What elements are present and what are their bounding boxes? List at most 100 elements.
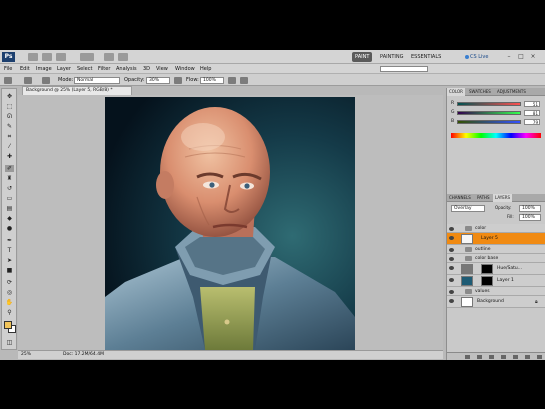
workspace-essentials[interactable]: ESSENTIALS [408,52,444,62]
visibility-eye-icon[interactable] [449,290,454,294]
hand-tool-icon[interactable]: ✋ [5,299,14,306]
blue-track[interactable] [457,120,521,124]
minibridge-icon[interactable] [42,53,52,61]
menu-window[interactable]: Window [175,64,195,74]
3d-rotate-tool-icon[interactable]: ⟳ [5,279,14,286]
visibility-eye-icon[interactable] [449,236,454,240]
bridge-icon[interactable] [28,53,38,61]
foreground-color-swatch[interactable] [4,321,12,329]
menu-help[interactable]: Help [200,64,211,74]
layer-fill-field[interactable]: 100% [519,214,541,221]
tab-adjustments[interactable]: ADJUSTMENTS [495,88,528,96]
menu-select[interactable]: Select [77,64,92,74]
zoom-readout[interactable]: 25% [21,351,31,359]
tab-swatches[interactable]: SWATCHES [467,88,493,96]
brush-panel-icon[interactable] [42,77,50,84]
blur-tool-icon[interactable]: ◆ [5,215,14,222]
visibility-eye-icon[interactable] [449,299,454,303]
menu-file[interactable]: File [4,64,12,74]
screen-mode-icon[interactable] [118,53,128,61]
opacity-field[interactable]: 30% [146,77,170,84]
green-value[interactable]: 81 [524,110,540,116]
lasso-tool-icon[interactable]: ᘏ [5,113,14,120]
layer-row-hue-saturation[interactable]: Hue/Satu... [447,263,545,275]
help-search-input[interactable] [380,66,428,72]
layer-row-layer-5[interactable]: Layer 5 [447,233,545,245]
green-slider[interactable]: G 81 [451,110,541,116]
tab-layers[interactable]: LAYERS [493,194,513,202]
layer-row-background[interactable]: Background 🔒︎ [447,296,545,308]
tab-channels[interactable]: CHANNELS [447,194,473,202]
cs-live-button[interactable]: CS Live [470,52,488,62]
extras-icon[interactable] [56,53,66,61]
brush-tool-preset-icon[interactable] [4,77,12,84]
move-tool-icon[interactable]: ✥ [5,93,14,100]
layer-group-values[interactable]: values [447,287,545,296]
red-value[interactable]: 51 [524,101,540,107]
visibility-eye-icon[interactable] [449,257,454,261]
link-layers-icon[interactable] [465,355,470,359]
flow-field[interactable]: 100% [200,77,224,84]
document-size-readout[interactable]: Doc: 17.2M/64.4M [63,351,104,359]
visibility-eye-icon[interactable] [449,278,454,282]
airbrush-icon[interactable] [228,77,236,84]
layer-group-color[interactable]: color [447,224,545,233]
red-slider[interactable]: R 51 [451,101,541,107]
new-group-icon[interactable] [513,355,518,359]
brush-size-icon[interactable] [24,77,32,84]
canvas-area[interactable] [18,95,443,350]
red-track[interactable] [457,102,521,106]
workspace-painting[interactable]: PAINTING [377,52,406,62]
layer-group-outline[interactable]: outline [447,245,545,254]
pen-tool-icon[interactable]: ✒ [5,237,14,244]
zoom-level-icon[interactable] [80,53,94,61]
layer-opacity-field[interactable]: 100% [519,205,541,212]
history-brush-tool-icon[interactable]: ↺ [5,185,14,192]
marquee-tool-icon[interactable]: ⬚ [5,103,14,110]
menu-filter[interactable]: Filter [98,64,110,74]
layer-style-icon[interactable] [477,355,482,359]
quick-mask-icon[interactable]: ◫ [5,339,14,346]
clone-stamp-tool-icon[interactable]: ♜ [5,175,14,182]
minimize-icon[interactable]: – [505,53,513,60]
pressure-opacity-icon[interactable] [174,77,182,84]
menu-layer[interactable]: Layer [57,64,71,74]
pressure-size-icon[interactable] [240,77,248,84]
new-adjustment-icon[interactable] [501,355,506,359]
tab-paths[interactable]: PATHS [475,194,492,202]
layer-row-layer-1[interactable]: Layer 1 [447,275,545,287]
visibility-eye-icon[interactable] [449,227,454,231]
menu-3d[interactable]: 3D [143,64,150,74]
healing-brush-tool-icon[interactable]: ✚ [5,153,14,160]
quick-select-tool-icon[interactable]: ✎ [5,123,14,130]
new-layer-icon[interactable] [525,355,530,359]
crop-tool-icon[interactable]: ⌗ [5,133,14,140]
eraser-tool-icon[interactable]: ▭ [5,195,14,202]
tab-color[interactable]: COLOR [447,88,465,96]
arrange-documents-icon[interactable] [104,53,114,61]
type-tool-icon[interactable]: T [5,247,14,254]
blend-mode-select[interactable]: Overlay [451,205,485,212]
close-icon[interactable]: × [529,53,537,60]
add-mask-icon[interactable] [489,355,494,359]
shape-tool-icon[interactable]: ■ [5,267,14,274]
3d-orbit-tool-icon[interactable]: ◎ [5,289,14,296]
green-track[interactable] [457,111,521,115]
path-selection-tool-icon[interactable]: ➤ [5,257,14,264]
menu-view[interactable]: View [156,64,168,74]
visibility-eye-icon[interactable] [449,266,454,270]
trash-icon[interactable] [537,355,542,359]
color-spectrum-ramp[interactable] [451,133,541,138]
portrait-artwork[interactable] [105,97,355,350]
workspace-paint[interactable]: PAINT [352,52,373,62]
maximize-icon[interactable]: □ [517,53,525,60]
layer-group-color-base[interactable]: color base [447,254,545,263]
blue-slider[interactable]: B 79 [451,119,541,125]
menu-image[interactable]: Image [36,64,52,74]
document-tab[interactable]: Background @ 25% (Layer 5, RGB/8) * [22,86,132,95]
blue-value[interactable]: 79 [524,119,540,125]
mode-select[interactable]: Normal [74,77,120,84]
eyedropper-tool-icon[interactable]: ⁄ [5,143,14,150]
visibility-eye-icon[interactable] [449,248,454,252]
dodge-tool-icon[interactable]: ● [5,225,14,232]
